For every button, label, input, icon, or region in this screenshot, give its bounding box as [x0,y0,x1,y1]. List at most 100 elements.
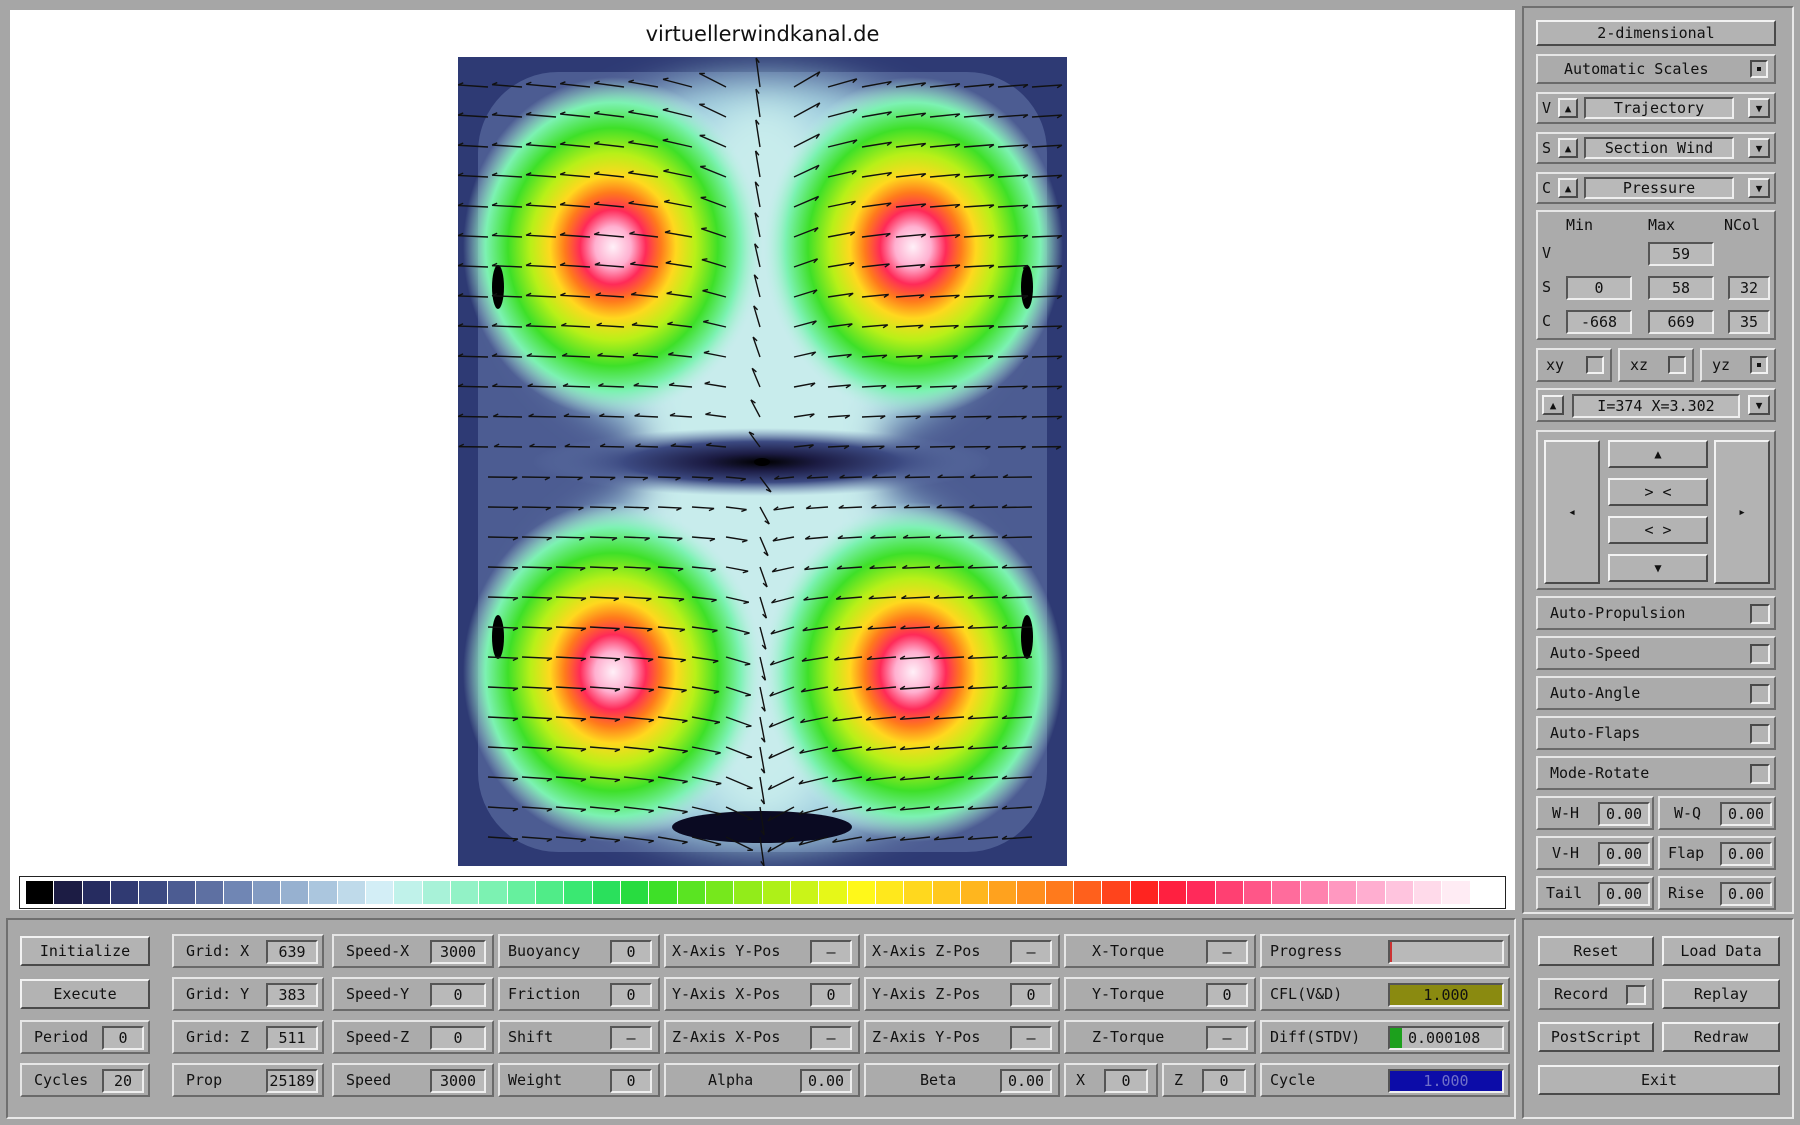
color-scale-bar [19,876,1506,909]
yaxis-zpos-value[interactable]: 0 [1010,983,1052,1007]
pan-left-icon[interactable]: ◂ [1544,440,1600,584]
friction-value[interactable]: 0 [610,983,652,1007]
param-v-h-value[interactable]: 0.00 [1598,842,1650,866]
selector-s-dropdown-icon[interactable]: ▼ [1748,138,1770,158]
x-torque-value[interactable]: — [1206,940,1248,964]
friction-label: Friction [508,985,581,1003]
exit-button[interactable]: Exit [1538,1065,1780,1095]
grid-x-value[interactable]: 639 [266,940,318,964]
range-s-min[interactable]: 0 [1566,276,1632,300]
period-group: Period 0 [20,1020,150,1054]
range-c-ncol[interactable]: 35 [1728,310,1770,334]
buoyancy-label: Buoyancy [508,942,581,960]
plane-xy-label: xy [1546,356,1565,374]
initialize-button[interactable]: Initialize [20,936,150,966]
selector-s-value[interactable]: Section Wind [1584,137,1734,159]
zaxis-ypos-value[interactable]: — [1010,1026,1052,1050]
color-scale-swatch [904,881,933,904]
weight-value[interactable]: 0 [610,1069,652,1093]
z-torque-value[interactable]: — [1206,1026,1248,1050]
cycles-value[interactable]: 20 [102,1069,144,1093]
range-s-max[interactable]: 58 [1648,276,1714,300]
automatic-scales-checkbox[interactable] [1750,60,1768,78]
speed-value[interactable]: 3000 [430,1069,486,1093]
load-data-button[interactable]: Load Data [1662,936,1780,966]
progress-label: Progress [1270,942,1343,960]
execute-button[interactable]: Execute [20,979,150,1009]
range-c-min[interactable]: -668 [1566,310,1632,334]
param-w-h-value[interactable]: 0.00 [1598,802,1650,826]
slice-up-arrow-icon[interactable]: ▲ [1542,395,1564,415]
pan-right-icon[interactable]: ▸ [1714,440,1770,584]
color-scale-swatch [762,881,791,904]
toggle-mode-rotate-checkbox[interactable] [1750,764,1770,784]
toggle-auto-propulsion-label: Auto-Propulsion [1550,604,1686,622]
pressure-contour-plot [458,57,1067,866]
color-scale-swatch [535,881,565,904]
replay-button[interactable]: Replay [1662,979,1780,1009]
prop-value[interactable]: 25189 [266,1069,318,1093]
reset-button[interactable]: Reset [1538,936,1654,966]
alpha-value[interactable]: 0.00 [800,1069,852,1093]
param-w-q-value[interactable]: 0.00 [1720,802,1772,826]
plane-xy-checkbox[interactable] [1586,356,1604,374]
grid-z-value[interactable]: 511 [266,1026,318,1050]
z-value[interactable]: 0 [1202,1069,1246,1093]
speed-z-value[interactable]: 0 [430,1026,486,1050]
zoom-out-button[interactable]: < > [1608,516,1708,544]
shift-value[interactable]: — [610,1026,652,1050]
plane-xz-checkbox[interactable] [1668,356,1686,374]
param-tail-value[interactable]: 0.00 [1598,882,1650,906]
param-rise-value[interactable]: 0.00 [1720,882,1772,906]
range-v-max[interactable]: 59 [1648,242,1714,266]
selector-s-key: S [1542,139,1552,157]
plane-xy-group: xy [1536,348,1612,382]
zoom-in-button[interactable]: > < [1608,478,1708,506]
color-scale-swatch [1300,881,1330,904]
x-value[interactable]: 0 [1104,1069,1148,1093]
pan-up-icon[interactable]: ▲ [1608,440,1708,468]
toggle-auto-flaps-checkbox[interactable] [1750,724,1770,744]
color-scale-swatch [1442,881,1471,904]
slice-index-value[interactable]: I=374 X=3.302 [1572,394,1740,418]
period-value[interactable]: 0 [102,1026,144,1050]
range-header-min: Min [1566,216,1594,234]
postscript-button[interactable]: PostScript [1538,1022,1654,1052]
speed-y-value[interactable]: 0 [430,983,486,1007]
zaxis-xpos-value[interactable]: — [810,1026,852,1050]
buoyancy-value[interactable]: 0 [610,940,652,964]
diff-value: 0.000108 [1408,1029,1481,1047]
param-flap-value[interactable]: 0.00 [1720,842,1772,866]
selector-c-value[interactable]: Pressure [1584,177,1734,199]
toggle-auto-speed-checkbox[interactable] [1750,644,1770,664]
mode-2d-button[interactable]: 2-dimensional [1536,20,1776,46]
grid-y-value[interactable]: 383 [266,983,318,1007]
xaxis-zpos-value[interactable]: — [1010,940,1052,964]
selector-c-up-arrow-icon[interactable]: ▲ [1558,178,1578,198]
selector-c-dropdown-icon[interactable]: ▼ [1748,178,1770,198]
speed-x-value[interactable]: 3000 [430,940,486,964]
record-checkbox[interactable] [1626,985,1646,1005]
selector-v-up-arrow-icon[interactable]: ▲ [1558,98,1578,118]
z-group: Z 0 [1162,1063,1256,1097]
pan-down-icon[interactable]: ▼ [1608,554,1708,582]
param-w-h-label: W-H [1552,804,1580,822]
y-torque-value[interactable]: 0 [1206,983,1248,1007]
toggle-auto-angle-checkbox[interactable] [1750,684,1770,704]
toggle-auto-propulsion-checkbox[interactable] [1750,604,1770,624]
automatic-scales-label: Automatic Scales [1564,60,1709,78]
yaxis-xpos-value[interactable]: 0 [810,983,852,1007]
range-c-max[interactable]: 669 [1648,310,1714,334]
cycle-value: 1.000 [1388,1069,1504,1093]
selector-v-dropdown-icon[interactable]: ▼ [1748,98,1770,118]
cycles-label: Cycles [34,1071,89,1089]
selector-s-up-arrow-icon[interactable]: ▲ [1558,138,1578,158]
beta-value[interactable]: 0.00 [1000,1069,1052,1093]
selector-v-value[interactable]: Trajectory [1584,97,1734,119]
redraw-button[interactable]: Redraw [1662,1022,1780,1052]
slice-down-arrow-icon[interactable]: ▼ [1748,395,1770,415]
grid-z-label: Grid: Z [186,1028,250,1046]
range-s-ncol[interactable]: 32 [1728,276,1770,300]
plane-yz-checkbox[interactable] [1750,356,1768,374]
xaxis-ypos-value[interactable]: — [810,940,852,964]
